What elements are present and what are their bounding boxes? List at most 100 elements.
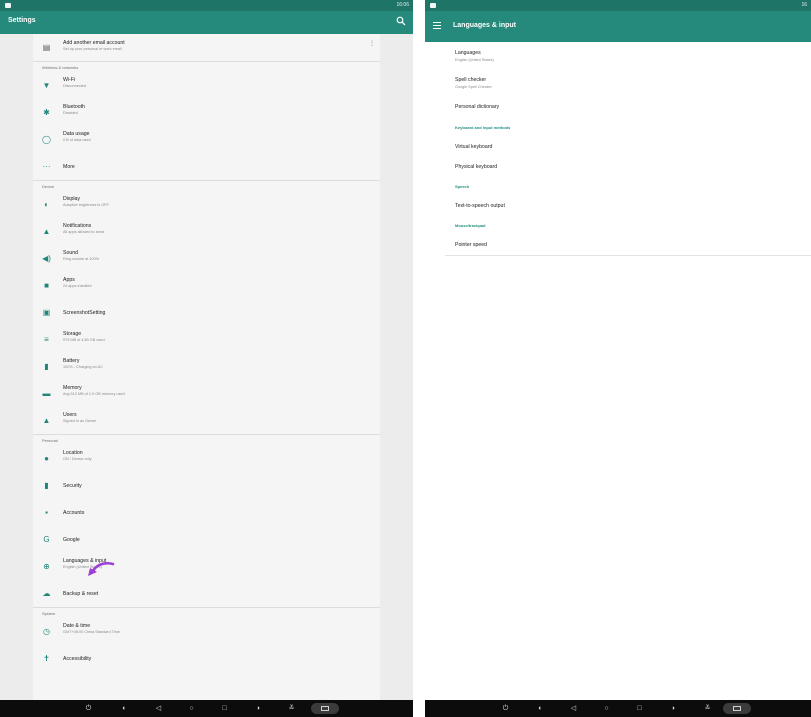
volume-down-icon[interactable]: ◖ [535,704,544,713]
personal-dictionary-item[interactable]: Personal dictionary [455,104,499,110]
item-title: Personal dictionary [455,104,500,110]
settings-item-subtitle: 0 B of data used [63,138,91,142]
settings-item-data-usage[interactable]: ◯ Data usage 0 B of data used [33,126,380,153]
settings-item-title: Notifications [63,223,92,229]
section-header: Device [42,184,55,189]
accessibility-icon: ✝ [43,654,50,663]
expand-icon[interactable]: ≚ [703,704,712,713]
back-icon[interactable]: ◁ [569,704,578,713]
search-icon[interactable] [396,16,406,26]
virtual-keyboard-item[interactable]: Virtual keyboard [455,144,492,150]
home-icon[interactable]: ○ [602,704,611,713]
settings-item-title: Accounts [63,510,85,516]
settings-screen: 16:06 Settings ▤ Add another email accou… [0,0,413,717]
settings-item-memory[interactable]: ▬ Memory Avg 513 MB of 1.9 GB memory used [33,380,380,407]
settings-item-storage[interactable]: ≡ Storage 579 MB of 4.80 GB used [33,326,380,353]
power-icon[interactable]: ⏻ [501,704,510,713]
item-subtitle: English (United States) [455,58,494,62]
settings-item-location[interactable]: ● Location ON / Device only [33,445,380,472]
display-icon: ◐ [44,200,49,209]
section-header: Personal [42,438,58,443]
globe-icon: ⊕ [43,562,50,571]
settings-item-users[interactable]: ▲ Users Signed in as Owner [33,407,380,434]
screenshot-button[interactable] [311,703,339,714]
clock-icon: ◷ [43,627,50,636]
settings-item-title: Google [63,537,80,543]
add-account-subtitle: Set up your personal or work email [63,47,122,51]
wifi-icon: ▼ [42,81,51,90]
backup-icon: ☁ [42,589,51,598]
settings-item-sound[interactable]: ◀) Sound Ring volume at 100% [33,245,380,272]
section-header-keyboard: Keyboard and input methods [455,125,511,130]
bluetooth-icon: ✱ [43,108,50,117]
settings-item-bluetooth[interactable]: ✱ Bluetooth Disabled [33,99,380,126]
settings-item-screenshot[interactable]: ▣ ScreenshotSetting [33,299,380,326]
notification-icon [5,3,11,8]
settings-item-title: Security [63,483,82,489]
home-icon[interactable]: ○ [187,704,196,713]
section-header-speech: Speech [455,184,470,189]
add-account-row[interactable]: ▤ Add another email account Set up your … [33,34,380,61]
physical-keyboard-item[interactable]: Physical keyboard [455,164,497,170]
expand-icon[interactable]: ≚ [287,704,296,713]
more-icon: ··· [42,162,51,171]
settings-item-security[interactable]: ▮ Security [33,472,380,499]
settings-item-subtitle: Signed in as Owner [63,419,97,423]
settings-item-backup[interactable]: ☁ Backup & reset [33,580,380,607]
apps-icon: ■ [44,281,49,290]
settings-item-title: ScreenshotSetting [63,310,106,316]
settings-item-apps[interactable]: ■ Apps 24 apps installed [33,272,380,299]
section-divider [33,607,380,608]
settings-item-title: Battery [63,358,80,364]
recents-icon[interactable]: □ [220,704,229,713]
volume-down-icon[interactable]: ◖ [119,704,128,713]
settings-item-subtitle: 24 apps installed [63,284,92,288]
sound-icon: ◀) [42,254,51,263]
list-divider [445,255,811,256]
settings-item-title: Users [63,412,77,418]
settings-item-clock[interactable]: ◷ Date & time GMT+08:00 China Standard Tim… [33,618,380,645]
item-title: Physical keyboard [455,164,498,170]
settings-item-title: Bluetooth [63,104,85,110]
menu-icon[interactable] [433,22,441,30]
section-divider [33,434,380,435]
settings-item-subtitle: 100% - Charging on AC [63,365,103,369]
settings-item-battery[interactable]: ▮ Battery 100% - Charging on AC [33,353,380,380]
languages-item[interactable]: Languages English (United States) [455,50,494,62]
overflow-menu-icon[interactable]: ⋮ [369,40,375,47]
annotation-arrow [88,561,115,576]
data-usage-icon: ◯ [42,135,51,144]
spell-checker-item[interactable]: Spell checker Google Spell Checker [455,77,492,89]
settings-item-subtitle: GMT+08:00 China Standard Time [63,630,120,634]
settings-item-title: Sound [63,250,79,256]
settings-item-notifications[interactable]: ▲ Notifications All apps allowed to send [33,218,380,245]
back-icon[interactable]: ◁ [154,704,163,713]
settings-item-wifi[interactable]: ▼ Wi-Fi Disconnected [33,72,380,99]
battery-icon: ▮ [44,362,49,371]
screenshot-button[interactable] [723,703,751,714]
settings-item-accounts[interactable]: ▪ Accounts [33,499,380,526]
settings-item-display[interactable]: ◐ Display Adaptive brightness is OFF [33,191,380,218]
status-bar: 16 [425,0,811,11]
settings-item-more[interactable]: ··· More [33,153,380,180]
settings-item-subtitle: Disabled [63,111,78,115]
item-title: Spell checker [455,77,487,83]
notifications-icon: ▲ [42,227,51,236]
status-clock: 16 [801,2,807,8]
settings-item-title: Date & time [63,623,91,629]
settings-item-accessibility[interactable]: ✝ Accessibility [33,645,380,672]
settings-item-title: More [63,164,75,170]
power-icon[interactable]: ⏻ [84,704,93,713]
volume-up-icon[interactable]: ◗ [254,704,263,713]
volume-up-icon[interactable]: ◗ [669,704,678,713]
add-account-title: Add another email account [63,40,125,46]
pointer-speed-item[interactable]: Pointer speed [455,242,487,248]
section-header: Wireless & networks [42,65,79,70]
settings-item-title: Location [63,450,83,456]
item-title: Virtual keyboard [455,144,493,150]
recents-icon[interactable]: □ [635,704,644,713]
tts-output-item[interactable]: Text-to-speech output [455,203,505,209]
navigation-bar: ⏻ ◖ ◁ ○ □ ◗ ≚ [0,700,413,717]
settings-item-google[interactable]: G Google [33,526,380,553]
settings-item-title: Memory [63,385,82,391]
